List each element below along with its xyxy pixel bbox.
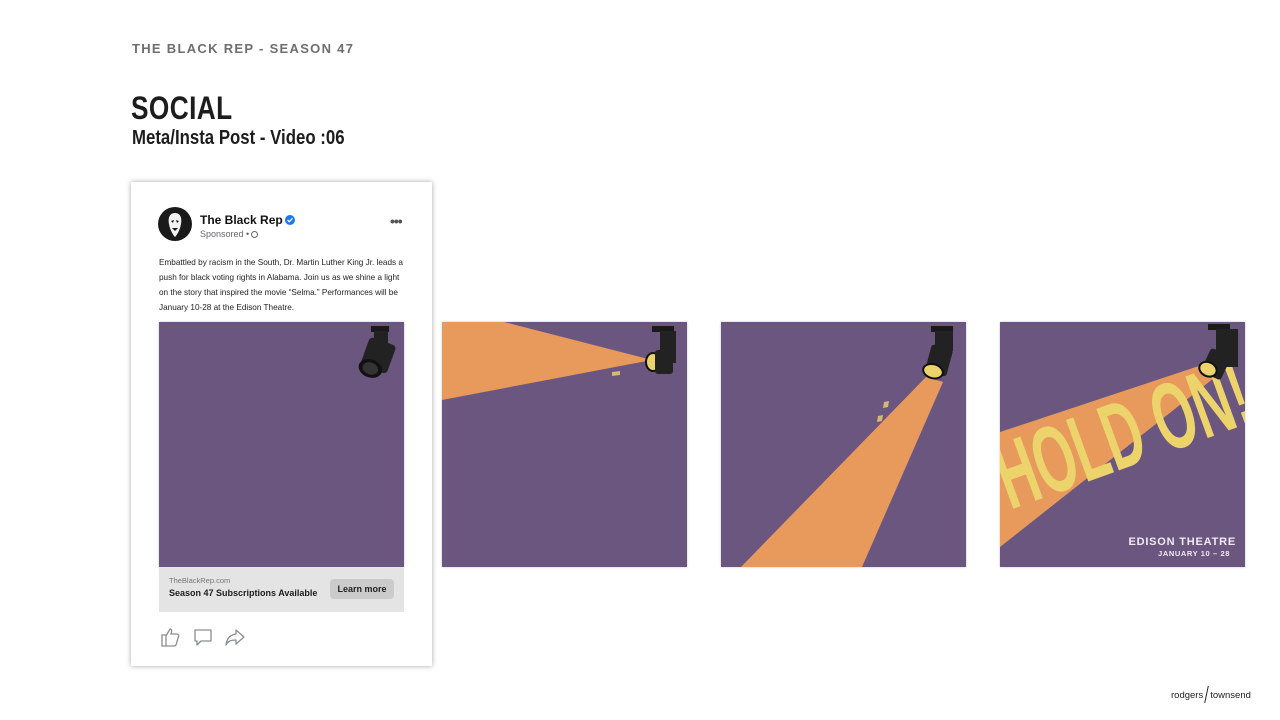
more-options-icon[interactable]: ••• [390,214,403,228]
video-frame-2[interactable] [442,322,687,567]
post-media-frame-1[interactable] [159,322,404,567]
verified-badge-icon [285,215,295,225]
brand-right-text: townsend [1210,690,1251,701]
video-frame-4[interactable]: HOLD ON! EDISON THEATRE JANUARY 10 – 28 [1000,322,1245,567]
slide-title: SOCIAL [131,90,233,126]
page-name[interactable]: The Black Rep [200,213,283,227]
cta-domain: TheBlackRep.com [169,576,231,585]
learn-more-button[interactable]: Learn more [330,579,394,599]
cta-bar[interactable]: TheBlackRep.com Season 47 Subscriptions … [159,567,404,612]
video-frame-3[interactable] [721,322,966,567]
comment-icon[interactable] [192,626,214,648]
like-icon[interactable] [159,626,181,648]
page-avatar[interactable] [158,207,192,241]
globe-icon [251,231,259,238]
sponsored-label: Sponsored • [200,229,259,239]
post-caption: Embattled by racism in the South, Dr. Ma… [159,258,403,312]
share-icon[interactable] [224,626,246,648]
slide-subtitle: Meta/Insta Post - Video :06 [132,127,345,149]
performance-dates: JANUARY 10 – 28 [1158,549,1230,558]
venue-name: EDISON THEATRE [1128,536,1236,548]
social-post-card: The Black Rep Sponsored • ••• Embattled … [131,182,432,666]
brand-left-text: rodgers [1171,690,1204,701]
cta-headline: Season 47 Subscriptions Available [169,588,318,598]
logo-divider [1204,686,1210,703]
slide-kicker: THE BLACK REP - SEASON 47 [132,41,355,56]
agency-logo: rodgers townsend [1171,686,1251,703]
